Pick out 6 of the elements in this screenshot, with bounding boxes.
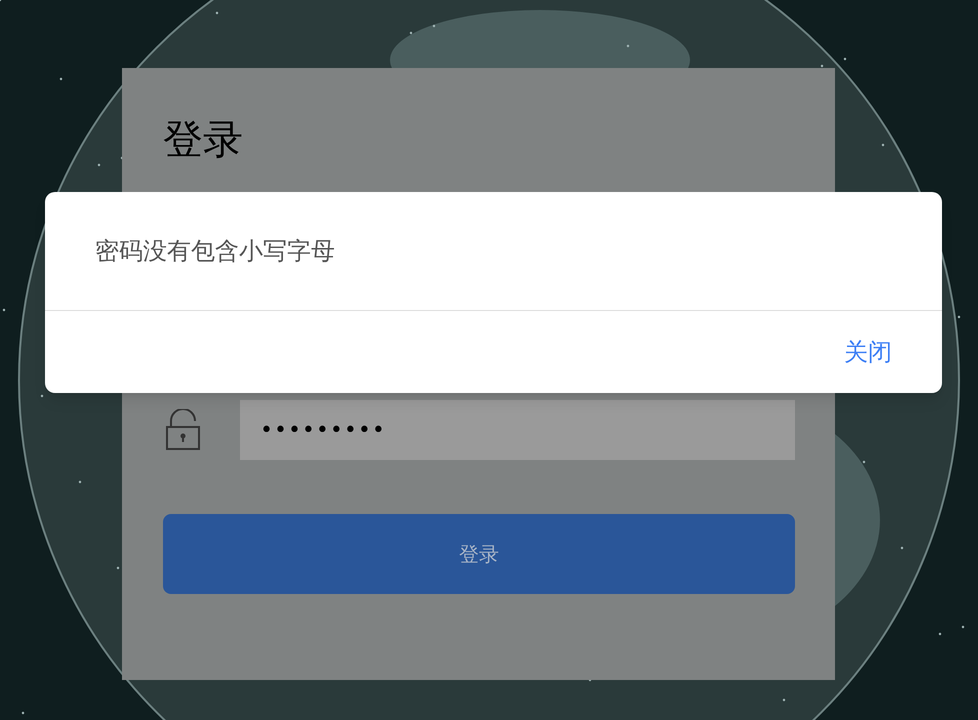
login-title: 登录 <box>163 116 244 165</box>
password-field[interactable]: ••••••••• <box>240 400 795 460</box>
login-button[interactable]: 登录 <box>163 514 795 594</box>
lock-icon <box>165 409 201 451</box>
dialog-message: 密码没有包含小写字母 <box>95 236 335 267</box>
close-button[interactable]: 关闭 <box>844 334 892 370</box>
